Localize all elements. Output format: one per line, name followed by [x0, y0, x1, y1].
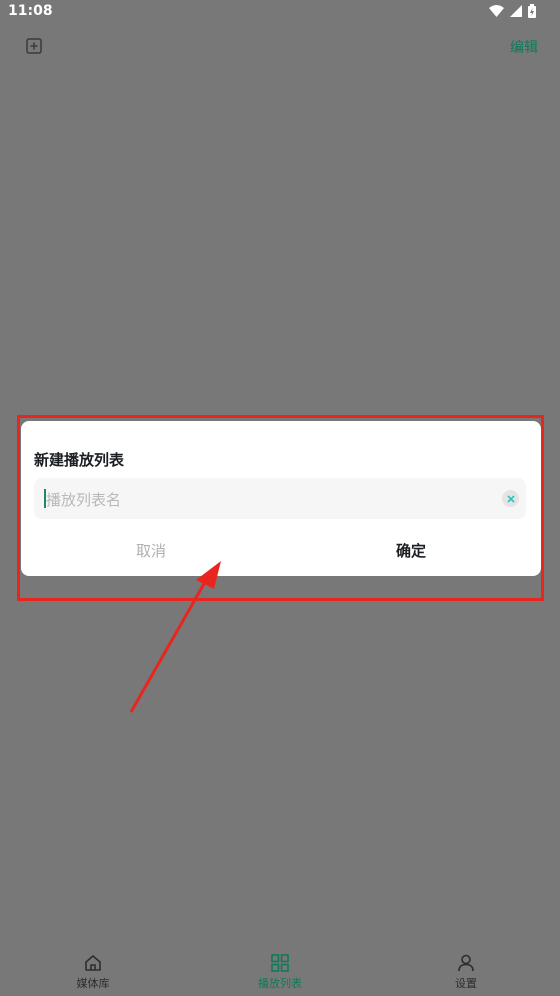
- battery-icon: [528, 4, 536, 18]
- dialog-title: 新建播放列表: [34, 451, 125, 469]
- top-bar: 编辑: [0, 28, 560, 64]
- status-time: 11:08: [8, 3, 53, 19]
- nav-label-settings: 设置: [455, 977, 477, 990]
- new-playlist-dialog: 新建播放列表 播放列表名 取消 确定: [21, 421, 541, 576]
- status-icons: [489, 4, 536, 18]
- nav-label-playlists: 播放列表: [258, 977, 302, 990]
- playlist-name-input[interactable]: 播放列表名: [34, 478, 526, 519]
- edit-button[interactable]: 编辑: [510, 37, 538, 57]
- nav-item-playlists[interactable]: 播放列表: [235, 953, 325, 991]
- wifi-icon: [489, 5, 504, 17]
- confirm-button[interactable]: 确定: [281, 533, 541, 569]
- status-bar: 11:08: [0, 0, 560, 24]
- nav-label-library: 媒体库: [76, 977, 110, 990]
- dialog-actions: 取消 确定: [21, 533, 541, 569]
- add-square-icon[interactable]: [26, 38, 42, 54]
- cancel-button[interactable]: 取消: [21, 533, 281, 569]
- person-icon: [458, 954, 474, 972]
- clear-input-button[interactable]: [502, 490, 519, 507]
- grid-icon: [271, 954, 289, 972]
- bottom-nav: 媒体库 播放列表 设置: [0, 945, 560, 996]
- nav-item-library[interactable]: 媒体库: [48, 953, 138, 991]
- close-circle-icon: [506, 494, 515, 503]
- input-placeholder: 播放列表名: [46, 491, 122, 509]
- nav-item-settings[interactable]: 设置: [421, 953, 511, 991]
- home-icon: [85, 955, 101, 971]
- signal-icon: [510, 5, 522, 17]
